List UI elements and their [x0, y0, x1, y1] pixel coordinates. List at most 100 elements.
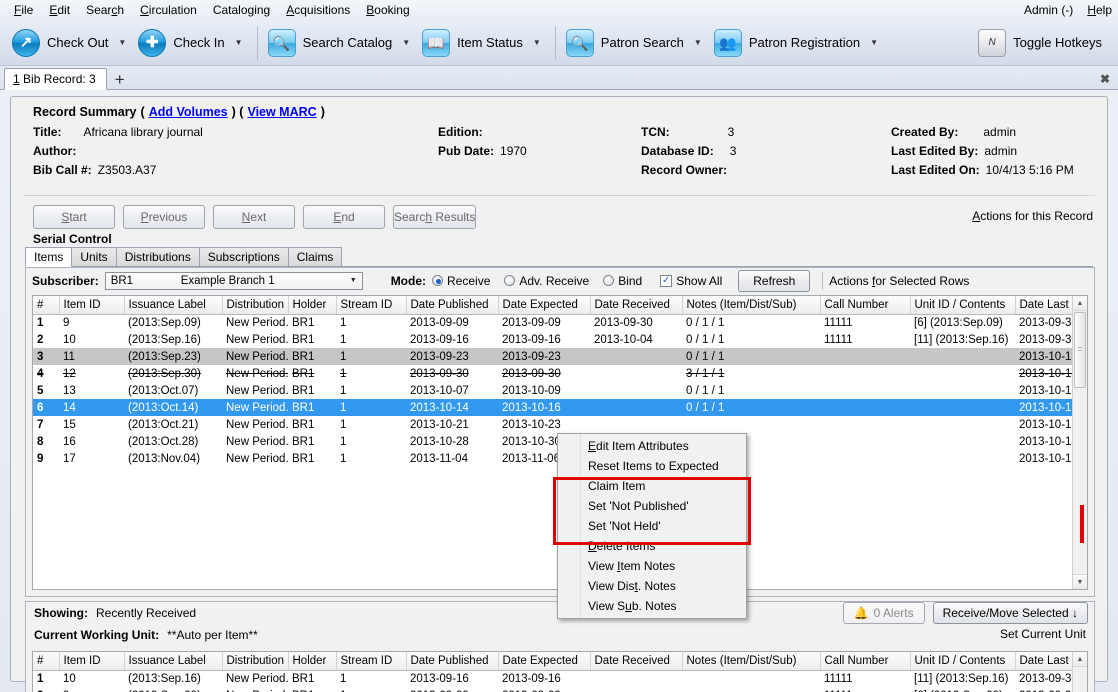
tab-bib-record-3[interactable]: 1 Bib Record: 3 [4, 68, 107, 90]
col-holder[interactable]: Holder [288, 296, 337, 315]
previous-button[interactable]: Previous [123, 205, 205, 229]
table-row[interactable]: 614(2013:Oct.14)New Period...BR112013-10… [33, 399, 1087, 416]
scroll-up-icon[interactable]: ▲ [1073, 652, 1087, 667]
table-row[interactable]: 1 9 (2013:Sep.09) New Period... BR1 1 2013-09-… [33, 314, 1087, 331]
toolbar-item-status[interactable]: 📖 Item Status ▼ [418, 23, 549, 63]
col-call-number[interactable]: Call Number [820, 652, 911, 671]
add-volumes-link[interactable]: Add Volumes [149, 105, 228, 119]
chevron-down-icon[interactable]: ▼ [533, 38, 541, 47]
table-row[interactable]: 4 12 (2013:Sep.30) New Period... BR1 1 2013-09… [33, 365, 1087, 382]
col-item-id[interactable]: Item ID [59, 296, 125, 315]
set-current-unit-button[interactable]: Set Current Unit [1000, 627, 1086, 641]
new-tab-button[interactable]: + [107, 71, 133, 89]
col-distribution[interactable]: Distribution [222, 296, 289, 315]
scroll-down-icon[interactable]: ▼ [1073, 574, 1087, 589]
tab-distributions[interactable]: Distributions [115, 247, 200, 267]
menu-edit[interactable]: Edit [41, 1, 78, 19]
ctx-delete-items[interactable]: Delete Items [558, 536, 746, 556]
toolbar-patron-registration[interactable]: 👥 Patron Registration ▼ [710, 23, 886, 63]
col-unit-id-contents[interactable]: Unit ID / Contents [910, 296, 1016, 315]
col-notes[interactable]: Notes (Item/Dist/Sub) [682, 652, 821, 671]
table-row[interactable]: 1 10 (2013:Sep.16) New Period... BR1 1 2013-09… [33, 670, 1087, 687]
chevron-down-icon[interactable]: ▼ [350, 277, 360, 284]
chevron-down-icon[interactable]: ▼ [870, 38, 878, 47]
menu-circulation[interactable]: Circulation [132, 1, 205, 19]
close-tab-icon[interactable]: ✖ [1100, 72, 1110, 86]
chevron-down-icon[interactable]: ▼ [118, 38, 126, 47]
menu-cataloging[interactable]: Cataloging [205, 1, 278, 19]
refresh-button[interactable]: Refresh [738, 269, 811, 292]
start-button[interactable]: Start [33, 205, 115, 229]
chevron-down-icon[interactable]: ▼ [694, 38, 702, 47]
table-row[interactable]: 311(2013:Sep.23)New Period...BR112013-09… [33, 348, 1087, 365]
ctx-view-dist-notes[interactable]: View Dist. Notes [558, 576, 746, 596]
toolbar-search-catalog[interactable]: 🔍 Search Catalog ▼ [264, 23, 419, 63]
col-unit-id-contents[interactable]: Unit ID / Contents [910, 652, 1016, 671]
col-date-expected[interactable]: Date Expected [498, 652, 591, 671]
ctx-set-not-published[interactable]: Set 'Not Published' [558, 496, 746, 516]
ctx-view-sub-notes[interactable]: View Sub. Notes [558, 596, 746, 616]
search-results-button[interactable]: Search Results [393, 205, 477, 229]
actions-for-selected-rows[interactable]: Actions for Selected Rows [829, 274, 969, 288]
col-date-published[interactable]: Date Published [406, 296, 499, 315]
tab-subscriptions[interactable]: Subscriptions [198, 247, 289, 267]
col-date-received[interactable]: Date Received [590, 652, 683, 671]
view-marc-link[interactable]: View MARC [247, 105, 316, 119]
col-holder[interactable]: Holder [288, 652, 337, 671]
table-row[interactable]: 7 15 (2013:Oct.21) New Period... BR1 1 2013-10… [33, 416, 1087, 433]
admin-label[interactable]: Admin (-) [1024, 3, 1073, 17]
help-link[interactable]: Help [1087, 3, 1112, 17]
table-row[interactable]: 29(2013:Sep.09)New Period...BR112013-09-… [33, 687, 1087, 692]
items-scrollbar[interactable]: ▲ ▼ [1072, 296, 1087, 589]
end-button[interactable]: End [303, 205, 385, 229]
col-issuance-label[interactable]: Issuance Label [124, 296, 223, 315]
menu-search[interactable]: Search [78, 1, 132, 19]
ctx-reset-items-to-expected[interactable]: Reset Items to Expected [558, 456, 746, 476]
working-units-scrollbar[interactable]: ▲ ▼ [1072, 652, 1087, 692]
tab-items[interactable]: Items [25, 247, 73, 267]
table-row[interactable]: 5 13 (2013:Oct.07) New Period... BR1 1 2013-10… [33, 382, 1087, 399]
tab-claims[interactable]: Claims [287, 247, 343, 267]
alerts-button[interactable]: 🔔 0 Alerts [842, 602, 925, 624]
col-notes[interactable]: Notes (Item/Dist/Sub) [682, 296, 821, 315]
col-call-number[interactable]: Call Number [820, 296, 911, 315]
tab-units[interactable]: Units [71, 247, 117, 267]
col-date-expected[interactable]: Date Expected [498, 296, 591, 315]
ctx-set-not-held[interactable]: Set 'Not Held' [558, 516, 746, 536]
ctx-view-item-notes[interactable]: View Item Notes [558, 556, 746, 576]
cell-issuance: (2013:Nov.04) [128, 452, 201, 465]
next-button[interactable]: Next [213, 205, 295, 229]
toolbar-check-out[interactable]: ↗ Check Out ▼ [8, 23, 134, 63]
table-row[interactable]: 2 10 (2013:Sep.16) New Period... BR1 1 2013-09… [33, 331, 1087, 348]
scroll-thumb[interactable] [1074, 312, 1086, 388]
col-stream-id[interactable]: Stream ID [336, 652, 407, 671]
col-stream-id[interactable]: Stream ID [336, 296, 407, 315]
cell-published: 2013-09-23 [406, 348, 498, 365]
menu-acquisitions[interactable]: Acquisitions [278, 1, 358, 19]
show-all-checkbox[interactable]: ✓ Show All [660, 274, 722, 288]
col-index[interactable]: # [33, 296, 60, 315]
col-date-published[interactable]: Date Published [406, 652, 499, 671]
toolbar-patron-search[interactable]: 🔍 Patron Search ▼ [562, 23, 710, 63]
menu-booking[interactable]: Booking [358, 1, 417, 19]
mode-receive-radio[interactable]: Receive [432, 274, 490, 288]
subscriber-select[interactable]: BR1 Example Branch 1 ▼ [104, 271, 363, 290]
mode-adv-receive-radio[interactable]: Adv. Receive [504, 274, 589, 288]
toolbar-check-in[interactable]: ✚ Check In ▼ [134, 23, 250, 63]
col-item-id[interactable]: Item ID [59, 652, 125, 671]
ctx-claim-item[interactable]: Claim Item [558, 476, 746, 496]
cell-notes: 0 / 1 / 1 [686, 316, 725, 329]
col-distribution[interactable]: Distribution [222, 652, 289, 671]
chevron-down-icon[interactable]: ▼ [235, 38, 243, 47]
col-date-received[interactable]: Date Received [590, 296, 683, 315]
toolbar-toggle-hotkeys[interactable]: N Toggle Hotkeys [974, 23, 1110, 63]
col-issuance-label[interactable]: Issuance Label [124, 652, 223, 671]
scroll-up-icon[interactable]: ▲ [1073, 296, 1087, 311]
mode-bind-radio[interactable]: Bind [603, 274, 642, 288]
col-index[interactable]: # [33, 652, 60, 671]
menu-file[interactable]: File [6, 1, 41, 19]
ctx-edit-item-attributes[interactable]: Edit Item Attributes [558, 436, 746, 456]
chevron-down-icon[interactable]: ▼ [402, 38, 410, 47]
receive-move-selected-button[interactable]: Receive/Move Selected ↓ [932, 602, 1088, 624]
actions-for-this-record[interactable]: Actions for this Record [972, 209, 1093, 223]
